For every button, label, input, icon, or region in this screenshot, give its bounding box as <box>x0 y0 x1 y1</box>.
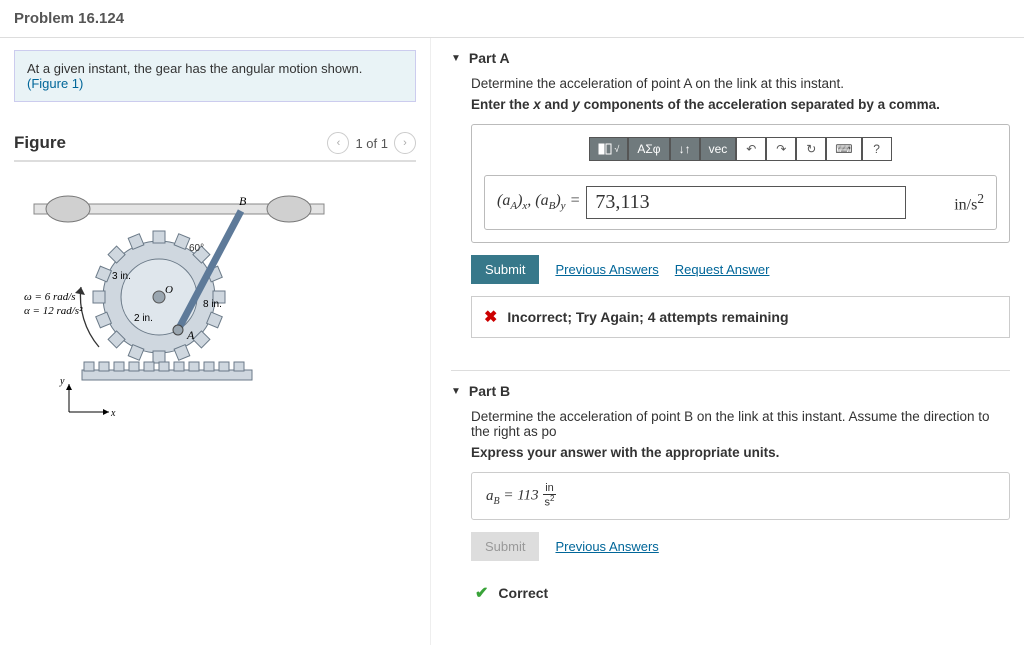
vec-button[interactable]: vec <box>700 137 737 161</box>
partA-previous-answers-link[interactable]: Previous Answers <box>555 262 658 277</box>
svg-text:B: B <box>239 194 247 208</box>
figure-pager-label: 1 of 1 <box>355 136 388 151</box>
partA-feedback: ✖ Incorrect; Try Again; 4 attempts remai… <box>471 296 1010 338</box>
partB-instr2: Express your answer with the appropriate… <box>471 445 1010 460</box>
partA-submit-button[interactable]: Submit <box>471 255 539 284</box>
partB-units: in s2 <box>543 483 557 509</box>
partA-label: Part A <box>469 50 510 66</box>
figure-prev-button[interactable]: ‹ <box>327 132 349 154</box>
figure-header: Figure ‹ 1 of 1 › <box>14 132 416 162</box>
incorrect-icon: ✖ <box>484 307 497 327</box>
partA-answer-box: √ ΑΣφ ↓↑ vec ↶ ↷ ↻ ⌨ ? (aA)x, (aB)y = 73… <box>471 124 1010 243</box>
help-button[interactable]: ? <box>862 137 892 161</box>
svg-text:60°: 60° <box>189 243 204 254</box>
svg-text:O: O <box>165 284 173 296</box>
partB-feedback: ✔ Correct <box>471 573 1010 613</box>
undo-button[interactable]: ↶ <box>736 137 766 161</box>
partA-instr1: Determine the acceleration of point A on… <box>471 76 1010 91</box>
partA-lhs: (aA)x, (aB)y = <box>497 192 580 212</box>
reset-button[interactable]: ↻ <box>796 137 826 161</box>
figure-next-button[interactable]: › <box>394 132 416 154</box>
equation-toolbar: √ ΑΣφ ↓↑ vec ↶ ↷ ↻ ⌨ ? <box>484 137 997 161</box>
partA-units: in/s2 <box>954 191 984 214</box>
partB-submit-button: Submit <box>471 532 539 561</box>
svg-text:y: y <box>59 376 65 387</box>
partB-previous-answers-link[interactable]: Previous Answers <box>555 539 658 554</box>
subscript-button[interactable]: ↓↑ <box>670 137 700 161</box>
partA-submit-row: Submit Previous Answers Request Answer <box>471 255 1010 284</box>
svg-text:α = 12 rad/s²: α = 12 rad/s² <box>24 305 83 317</box>
partB-header[interactable]: ▼ Part B <box>451 383 1010 399</box>
greek-button[interactable]: ΑΣφ <box>628 137 669 161</box>
svg-text:2 in.: 2 in. <box>134 313 153 324</box>
prompt-text: At a given instant, the gear has the ang… <box>27 61 362 76</box>
caret-down-icon: ▼ <box>451 53 461 64</box>
partB-instr1: Determine the acceleration of point B on… <box>471 409 1010 439</box>
partB-feedback-text: Correct <box>498 585 548 601</box>
svg-text:ω = 6 rad/s: ω = 6 rad/s <box>24 291 76 303</box>
svg-text:A: A <box>186 328 195 342</box>
partB-lhs: aB = <box>486 488 517 504</box>
partB-submit-row: Submit Previous Answers <box>471 532 1010 561</box>
partA-request-answer-link[interactable]: Request Answer <box>675 262 770 277</box>
partB-answer-box: aB = 113 in s2 <box>471 472 1010 520</box>
partA-header[interactable]: ▼ Part A <box>451 50 1010 66</box>
partB-label: Part B <box>469 383 510 399</box>
keyboard-button[interactable]: ⌨ <box>826 137 861 161</box>
divider <box>451 370 1010 371</box>
svg-text:3 in.: 3 in. <box>112 271 131 282</box>
figure-title: Figure <box>14 133 66 153</box>
partA-input[interactable]: 73,113 <box>586 186 906 219</box>
prompt-box: At a given instant, the gear has the ang… <box>14 50 416 102</box>
caret-down-icon: ▼ <box>451 386 461 397</box>
template-button[interactable]: √ <box>589 137 628 161</box>
problem-title: Problem 16.124 <box>0 0 1024 38</box>
svg-text:x: x <box>110 408 116 419</box>
partA-formula-row: (aA)x, (aB)y = 73,113 in/s2 <box>484 175 997 230</box>
figure-image: A B O 60° 3 in. 2 in. 8 in. <box>14 182 416 435</box>
redo-button[interactable]: ↷ <box>766 137 796 161</box>
figure-pager: ‹ 1 of 1 › <box>327 132 416 154</box>
correct-icon: ✔ <box>475 583 488 603</box>
partA-feedback-text: Incorrect; Try Again; 4 attempts remaini… <box>507 309 788 325</box>
partB-value: 113 <box>517 488 538 504</box>
svg-text:8 in.: 8 in. <box>203 299 222 310</box>
partA-instr2: Enter the x and y components of the acce… <box>471 97 1010 112</box>
figure-link[interactable]: (Figure 1) <box>27 76 83 91</box>
